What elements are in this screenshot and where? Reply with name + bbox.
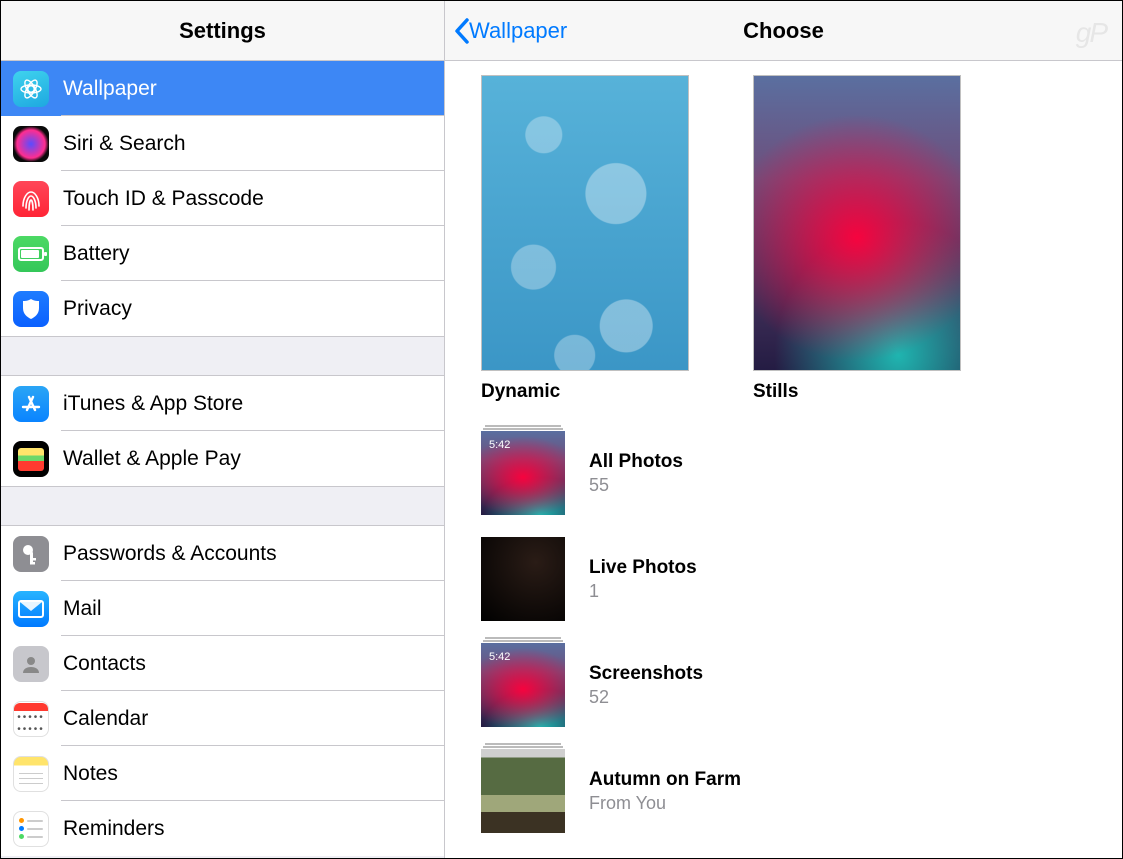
sidebar-list[interactable]: Wallpaper Siri & Search Touch ID & Passc… [1, 61, 444, 858]
album-title: Screenshots [589, 663, 703, 685]
siri-icon [13, 126, 49, 162]
calendar-icon: •••••••••• [13, 701, 49, 737]
album-list: 5:42 All Photos 55 Live Photos 1 5:42 [481, 431, 1086, 833]
sidebar-item-label: Privacy [63, 297, 132, 321]
wallpaper-icon [13, 71, 49, 107]
wallpaper-type-row: Dynamic Stills [481, 75, 1086, 403]
detail-pane: Wallpaper Choose gP Dynamic Stills 5:42 [445, 1, 1122, 858]
album-title: Live Photos [589, 557, 697, 579]
sidebar-item-label: Passwords & Accounts [63, 542, 277, 566]
settings-sidebar: Settings Wallpaper Siri & Search [1, 1, 445, 858]
sidebar-item-wallet[interactable]: Wallet & Apple Pay [1, 431, 444, 486]
sidebar-item-touchid[interactable]: Touch ID & Passcode [1, 171, 444, 226]
sidebar-item-label: Mail [63, 597, 102, 621]
notes-icon [13, 756, 49, 792]
album-thumb: 5:42 [481, 431, 565, 515]
album-thumb [481, 749, 565, 833]
sidebar-item-mail[interactable]: Mail [1, 581, 444, 636]
wallet-icon [13, 441, 49, 477]
stills-thumb [753, 75, 961, 371]
detail-title: Choose [743, 18, 824, 44]
sidebar-item-label: Notes [63, 762, 118, 786]
album-count: 1 [589, 581, 697, 602]
battery-icon [13, 236, 49, 272]
sidebar-item-label: Touch ID & Passcode [63, 187, 264, 211]
sidebar-item-battery[interactable]: Battery [1, 226, 444, 281]
sidebar-item-label: iTunes & App Store [63, 392, 243, 416]
sidebar-item-label: Wallet & Apple Pay [63, 447, 241, 471]
sidebar-item-privacy[interactable]: Privacy [1, 281, 444, 336]
touch-id-icon [13, 181, 49, 217]
back-button[interactable]: Wallpaper [453, 1, 567, 60]
detail-header: Wallpaper Choose gP [445, 1, 1122, 61]
sidebar-item-calendar[interactable]: •••••••••• Calendar [1, 691, 444, 746]
sidebar-item-wallpaper[interactable]: Wallpaper [1, 61, 444, 116]
album-screenshots[interactable]: 5:42 Screenshots 52 [481, 643, 1086, 727]
dynamic-label: Dynamic [481, 381, 689, 403]
sidebar-item-label: Contacts [63, 652, 146, 676]
mail-icon [13, 591, 49, 627]
sidebar-item-label: Battery [63, 242, 130, 266]
sidebar-item-contacts[interactable]: Contacts [1, 636, 444, 691]
reminders-icon [13, 811, 49, 847]
sidebar-item-passwords[interactable]: Passwords & Accounts [1, 526, 444, 581]
contacts-icon [13, 646, 49, 682]
album-title: Autumn on Farm [589, 769, 741, 791]
sidebar-item-label: Wallpaper [63, 77, 157, 101]
album-autumn-on-farm[interactable]: Autumn on Farm From You [481, 749, 1086, 833]
sidebar-item-label: Siri & Search [63, 132, 186, 156]
album-all-photos[interactable]: 5:42 All Photos 55 [481, 431, 1086, 515]
album-subtitle: From You [589, 793, 741, 814]
sidebar-item-notes[interactable]: Notes [1, 746, 444, 801]
album-thumb: 5:42 [481, 643, 565, 727]
watermark: gP [1076, 17, 1106, 49]
key-icon [13, 536, 49, 572]
wallpaper-type-stills[interactable]: Stills [753, 75, 961, 403]
back-label: Wallpaper [469, 18, 567, 44]
sidebar-item-appstore[interactable]: iTunes & App Store [1, 376, 444, 431]
album-title: All Photos [589, 451, 683, 473]
sidebar-item-label: Calendar [63, 707, 148, 731]
stills-label: Stills [753, 381, 961, 403]
album-count: 52 [589, 687, 703, 708]
wallpaper-type-dynamic[interactable]: Dynamic [481, 75, 689, 403]
privacy-icon [13, 291, 49, 327]
sidebar-title: Settings [1, 1, 444, 61]
sidebar-item-label: Reminders [63, 817, 165, 841]
sidebar-item-siri[interactable]: Siri & Search [1, 116, 444, 171]
app-store-icon [13, 386, 49, 422]
dynamic-thumb [481, 75, 689, 371]
sidebar-item-reminders[interactable]: Reminders [1, 801, 444, 856]
album-live-photos[interactable]: Live Photos 1 [481, 537, 1086, 621]
album-thumb [481, 537, 565, 621]
album-count: 55 [589, 475, 683, 496]
